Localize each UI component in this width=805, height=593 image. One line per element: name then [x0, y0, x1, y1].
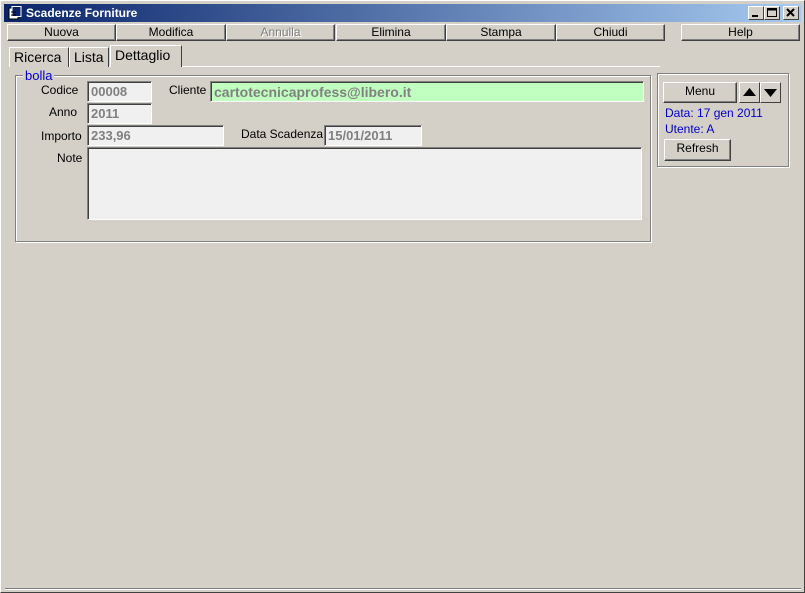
toolbar: Nuova Modifica Annulla Elimina Stampa Ch…: [7, 24, 800, 41]
cliente-label: Cliente: [169, 83, 207, 97]
menu-button[interactable]: Menu: [663, 82, 737, 103]
arrow-up-icon: [743, 88, 756, 96]
minimize-button[interactable]: [748, 6, 764, 20]
importo-field[interactable]: 233,96: [87, 125, 224, 146]
arrow-down-icon: [764, 89, 777, 97]
stampa-button[interactable]: Stampa: [446, 24, 556, 41]
cliente-field[interactable]: cartotecnicaprofess@libero.it: [210, 81, 644, 102]
group-label: bolla: [23, 68, 55, 83]
importo-label: Importo: [41, 129, 82, 143]
app-window: Scadenze Forniture Nuova Modifica Annull…: [0, 0, 805, 593]
utente-info: Utente: A: [665, 122, 715, 136]
title-bar[interactable]: Scadenze Forniture: [4, 4, 801, 22]
data-scadenza-field[interactable]: 15/01/2011: [324, 125, 422, 146]
tab-lista[interactable]: Lista: [69, 47, 109, 67]
codice-field[interactable]: 00008: [87, 81, 152, 102]
data-scadenza-label: Data Scadenza: [241, 127, 324, 141]
app-icon: [8, 6, 22, 20]
chiudi-button[interactable]: Chiudi: [556, 24, 665, 41]
maximize-button[interactable]: [764, 6, 780, 20]
codice-label: Codice: [41, 83, 79, 97]
down-arrow-button[interactable]: [760, 82, 781, 103]
refresh-button[interactable]: Refresh: [664, 139, 731, 161]
close-icon: [786, 8, 795, 17]
data-info: Data: 17 gen 2011: [665, 106, 763, 120]
anno-label: Anno: [49, 105, 78, 119]
tab-ricerca[interactable]: Ricerca: [9, 47, 69, 67]
minimize-icon: [752, 15, 758, 17]
nuova-button[interactable]: Nuova: [7, 24, 116, 41]
up-arrow-button[interactable]: [739, 82, 760, 103]
annulla-button[interactable]: Annulla: [226, 24, 335, 41]
maximize-icon: [767, 8, 777, 17]
note-field[interactable]: [87, 147, 642, 220]
note-label: Note: [57, 151, 83, 165]
close-button[interactable]: [783, 6, 799, 20]
bottom-divider: [5, 588, 801, 590]
modifica-button[interactable]: Modifica: [116, 24, 226, 41]
window-title: Scadenze Forniture: [26, 6, 138, 20]
tab-dettaglio[interactable]: Dettaglio: [110, 45, 182, 67]
help-button[interactable]: Help: [681, 24, 800, 41]
elimina-button[interactable]: Elimina: [336, 24, 446, 41]
anno-field[interactable]: 2011: [87, 103, 152, 124]
